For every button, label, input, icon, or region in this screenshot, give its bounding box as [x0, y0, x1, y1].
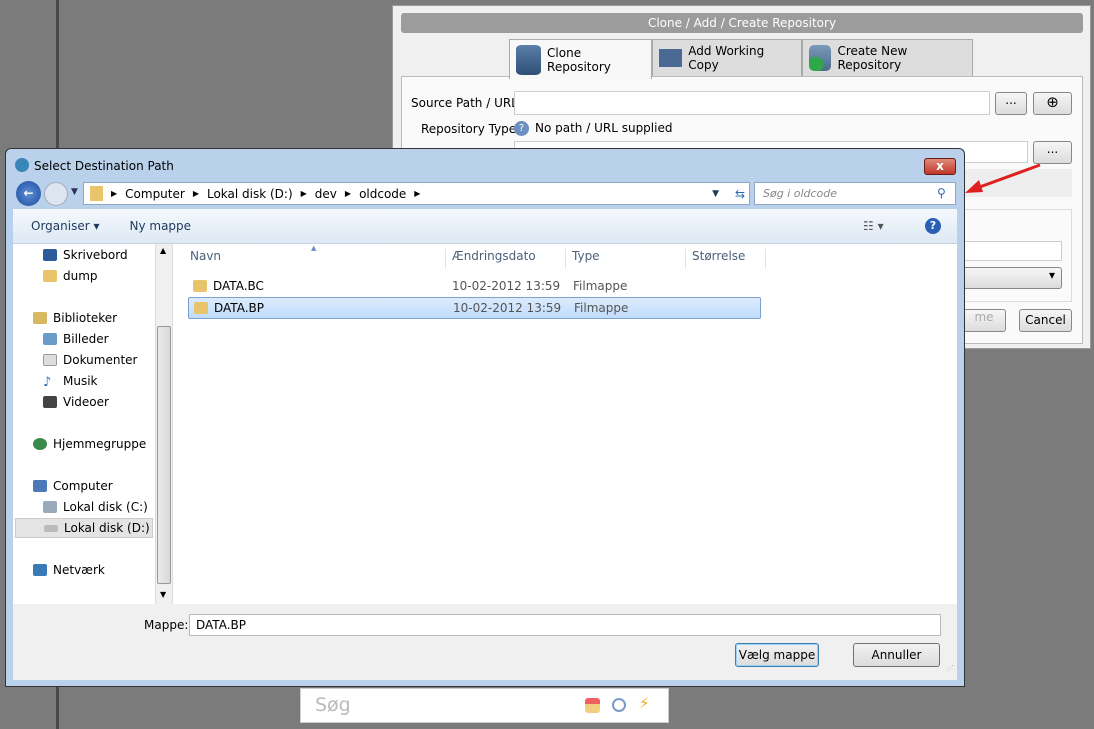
nav-item-libraries[interactable]: Biblioteker: [33, 308, 173, 328]
dialog-footer: Mappe: DATA.BP Vælg mappe Annuller ⋰: [13, 604, 957, 680]
breadcrumb-item[interactable]: Computer: [125, 187, 185, 201]
address-dropdown-icon[interactable]: ▼: [712, 189, 719, 199]
red-arrow-annotation: [965, 163, 1041, 193]
folder-icon: [194, 302, 208, 314]
navigation-pane: Skrivebord dump Biblioteker Billeder Dok…: [13, 244, 173, 604]
forward-button[interactable]: [44, 182, 68, 206]
help-icon: ?: [514, 121, 529, 136]
organise-menu[interactable]: Organiser ▾: [31, 219, 99, 233]
scroll-up-icon[interactable]: ▲: [160, 246, 166, 255]
scroll-down-icon[interactable]: ▼: [160, 590, 166, 599]
scroll-thumb[interactable]: [157, 326, 171, 584]
app-icon: [15, 158, 29, 172]
history-clock-icon[interactable]: [612, 698, 626, 712]
desktop-icon: [43, 249, 57, 261]
folder-icon: [43, 270, 57, 282]
source-url-input[interactable]: [514, 91, 990, 115]
drive-icon: [44, 524, 58, 532]
refresh-icon[interactable]: ⇆: [735, 187, 745, 201]
documents-icon: [43, 354, 57, 366]
select-destination-dialog: Select Destination Path x ← ▼ ▶ Computer…: [5, 148, 965, 687]
column-header-size[interactable]: Størrelse: [686, 249, 766, 269]
column-header-date[interactable]: Ændringsdato: [446, 249, 566, 269]
cancel-button[interactable]: Annuller: [853, 643, 940, 667]
folder-icon: [659, 49, 683, 67]
dialog-title: Clone / Add / Create Repository: [401, 13, 1083, 33]
file-list: ▲ Navn Ændringsdato Type Størrelse DATA.…: [173, 244, 957, 604]
cancel-button[interactable]: Cancel: [1019, 309, 1072, 332]
libraries-icon: [33, 312, 47, 324]
network-icon: [33, 564, 47, 576]
tab-create-new-repository[interactable]: Create New Repository: [802, 39, 973, 77]
database-icon: [516, 44, 542, 75]
option-dropdown[interactable]: ▾: [962, 267, 1062, 289]
back-button[interactable]: ←: [16, 181, 41, 206]
breadcrumb-item[interactable]: Lokal disk (D:): [207, 187, 293, 201]
nav-item-computer[interactable]: Computer: [33, 476, 173, 496]
nav-item-network[interactable]: Netværk: [33, 560, 173, 580]
breadcrumb-item[interactable]: oldcode: [359, 187, 406, 201]
close-button[interactable]: x: [924, 158, 956, 175]
search-input[interactable]: Søg i oldcode: [754, 182, 956, 205]
select-folder-button[interactable]: Vælg mappe: [735, 643, 819, 667]
ok-button[interactable]: me: [962, 309, 1006, 332]
tab-clone-repository[interactable]: Clone Repository: [509, 39, 652, 79]
lightning-icon[interactable]: ⚡: [639, 694, 650, 712]
computer-icon: [33, 480, 47, 492]
browse-source-button[interactable]: ...: [995, 92, 1027, 115]
pictures-icon: [43, 333, 57, 345]
help-icon[interactable]: ?: [925, 218, 941, 234]
column-header-type[interactable]: Type: [566, 249, 686, 269]
favorites-icon[interactable]: [585, 698, 600, 713]
nav-item-homegroup[interactable]: Hjemmegruppe: [33, 434, 173, 454]
dialog-title: Select Destination Path: [34, 159, 174, 173]
option-input[interactable]: [962, 241, 1062, 261]
tab-add-working-copy[interactable]: Add Working Copy: [652, 39, 802, 77]
music-icon: ♪: [43, 375, 52, 390]
search-icon: ⚲: [937, 186, 946, 200]
breadcrumb-item[interactable]: dev: [315, 187, 337, 201]
database-add-icon: [809, 45, 832, 71]
nav-scrollbar[interactable]: ▲ ▼: [155, 244, 172, 604]
file-row-selected[interactable]: DATA.BP 10-02-2012 13:59 Filmappe: [188, 297, 761, 319]
folder-name-input[interactable]: DATA.BP: [189, 614, 941, 636]
file-row[interactable]: DATA.BC 10-02-2012 13:59 Filmappe: [188, 276, 761, 296]
homegroup-icon: [33, 438, 47, 450]
folder-icon: [90, 186, 103, 201]
new-folder-button[interactable]: Ny mappe: [129, 219, 191, 233]
resize-grip-icon[interactable]: ⋰: [947, 664, 954, 672]
search-box[interactable]: Søg ⚡: [300, 688, 669, 723]
drive-icon: [43, 501, 57, 513]
network-browse-button[interactable]: ⊕: [1033, 92, 1072, 115]
video-icon: [43, 396, 57, 408]
toolbar: Organiser ▾ Ny mappe ☷ ▾ ?: [13, 209, 957, 244]
recent-dropdown-icon[interactable]: ▼: [71, 187, 78, 197]
nav-item-disk-d[interactable]: Lokal disk (D:): [15, 518, 153, 538]
view-options-icon[interactable]: ☷ ▾: [863, 219, 884, 233]
column-header-name[interactable]: Navn: [184, 249, 446, 269]
folder-icon: [193, 280, 207, 292]
address-bar[interactable]: ▶ Computer ▶ Lokal disk (D:) ▶ dev ▶ oldcod…: [83, 182, 750, 205]
